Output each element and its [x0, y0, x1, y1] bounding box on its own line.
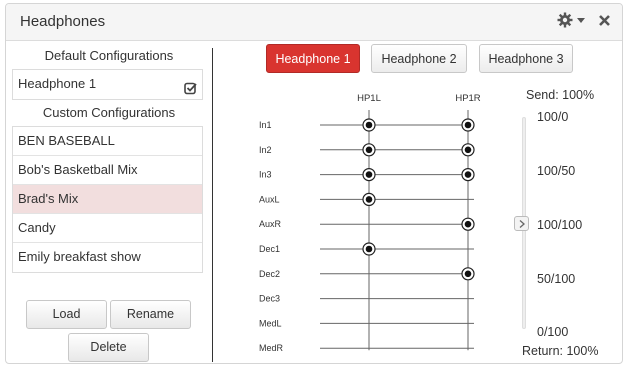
caret-down-icon[interactable] — [577, 16, 585, 24]
tab-headphone-1[interactable]: Headphone 1 — [266, 44, 360, 73]
rename-button[interactable]: Rename — [110, 300, 191, 329]
custom-configurations-list: BEN BASEBALL Bob's Basketball Mix Brad's M… — [12, 126, 203, 273]
list-item-label: Bob's Basketball Mix — [18, 162, 138, 177]
list-item-label: Emily breakfast show — [18, 249, 141, 264]
crosspoint-in2-hp1l[interactable] — [362, 143, 376, 157]
row-label: MedL — [259, 318, 282, 328]
load-button[interactable]: Load — [26, 300, 107, 329]
list-item[interactable]: Candy — [13, 214, 202, 243]
crosspoint-auxr-hp1r[interactable] — [461, 217, 475, 231]
tab-headphone-2[interactable]: Headphone 2 — [371, 44, 467, 73]
row-label: Dec3 — [259, 294, 280, 304]
row-label: In2 — [259, 145, 272, 155]
row-label: In3 — [259, 170, 272, 180]
list-item[interactable]: Brad's Mix — [13, 185, 202, 214]
crosspoint-dec3-hp1l[interactable] — [363, 293, 375, 305]
list-item[interactable]: BEN BASEBALL — [13, 127, 202, 156]
crosspoint-dec1-hp1l[interactable] — [362, 242, 376, 256]
list-item-label: BEN BASEBALL — [18, 133, 115, 148]
crosspoint-in1-hp1l[interactable] — [362, 118, 376, 132]
crosspoint-in3-hp1r[interactable] — [461, 167, 475, 182]
list-item-label: Headphone 1 — [18, 76, 97, 91]
chevron-right-icon — [519, 219, 525, 228]
checkbox-checked-icon — [184, 77, 197, 105]
routing-matrix: HP1L HP1R In1 In2 In3 AuxL AuxR Dec1 Dec2 Dec3 Med… — [259, 93, 481, 354]
default-configurations-list: Headphone 1 — [12, 69, 203, 100]
list-item[interactable]: Emily breakfast show — [13, 243, 202, 272]
pane-divider — [212, 48, 213, 362]
column-label: HP1R — [455, 93, 480, 104]
slider-tick-label: 100/100 — [537, 218, 583, 232]
crosspoint-in3-hp1l[interactable] — [362, 167, 376, 182]
slider-tick-label: 100/0 — [537, 110, 569, 124]
list-item-label: Brad's Mix — [18, 191, 79, 206]
crosspoint-dec1-hp1r[interactable] — [462, 243, 474, 255]
row-label: AuxL — [259, 194, 280, 204]
delete-button[interactable]: Delete — [68, 333, 149, 362]
crosspoint-auxl-hp1r[interactable] — [462, 193, 474, 205]
gear-icon[interactable] — [557, 12, 573, 28]
slider-tick-label: 100/50 — [537, 164, 576, 178]
configurations-pane: Default Configurations Headphone 1 Custo… — [6, 41, 212, 363]
row-label: Dec1 — [259, 244, 280, 254]
send-label: Send: 100% — [526, 88, 595, 102]
panel-title: Headphones — [20, 13, 106, 30]
list-item[interactable]: Bob's Basketball Mix — [13, 156, 202, 185]
crosspoint-dec3-hp1r[interactable] — [462, 293, 474, 305]
slider-tick-label: 0/100 — [537, 325, 569, 339]
crosspoint-in1-hp1r[interactable] — [461, 118, 475, 132]
close-icon[interactable] — [599, 14, 610, 26]
custom-configurations-title: Custom Configurations — [42, 105, 176, 120]
row-label: Dec2 — [259, 269, 280, 279]
crosspoint-dec2-hp1r[interactable] — [461, 267, 475, 281]
crosspoint-medr-hp1l[interactable] — [363, 342, 375, 354]
crosspoint-dec2-hp1l[interactable] — [363, 268, 375, 280]
crosspoint-auxl-hp1l[interactable] — [362, 192, 376, 207]
crosspoint-in2-hp1r[interactable] — [461, 143, 475, 157]
crosspoint-medr-hp1r[interactable] — [462, 342, 474, 354]
slider-handle[interactable] — [514, 216, 529, 231]
list-item[interactable]: Headphone 1 — [13, 70, 202, 99]
slider-tick-label: 50/100 — [537, 272, 576, 286]
crosspoint-medl-hp1r[interactable] — [462, 317, 474, 329]
list-item-label: Candy — [18, 220, 56, 235]
default-configurations-title: Default Configurations — [44, 48, 174, 63]
crosspoint-medl-hp1l[interactable] — [363, 317, 375, 329]
crosspoint-auxr-hp1l[interactable] — [363, 218, 375, 230]
row-label: MedR — [259, 343, 284, 353]
tab-headphone-3[interactable]: Headphone 3 — [479, 44, 573, 73]
return-label: Return: 100% — [522, 344, 599, 358]
row-label: In1 — [259, 120, 272, 130]
column-label: HP1L — [357, 93, 381, 104]
panel-header: Headphones — [6, 4, 622, 41]
row-label: AuxR — [259, 219, 282, 229]
